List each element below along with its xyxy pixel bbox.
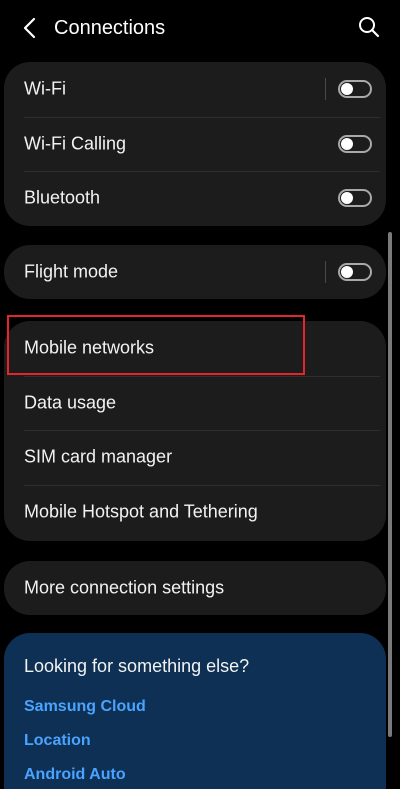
row-label: Data usage <box>24 392 117 413</box>
search-button[interactable] <box>356 14 382 40</box>
flight-mode-toggle[interactable] <box>338 263 372 281</box>
divider <box>325 78 326 101</box>
link-samsung-cloud[interactable]: Samsung Cloud <box>24 698 146 716</box>
row-label: Mobile Hotspot and Tethering <box>24 501 258 522</box>
settings-row-flight-mode[interactable]: Flight mode <box>4 245 386 299</box>
settings-row-wifi[interactable]: Wi-Fi <box>4 62 386 117</box>
settings-row-sim-card-manager[interactable]: SIM card manager <box>4 430 386 485</box>
wifi-calling-toggle[interactable] <box>338 134 372 153</box>
settings-row-mobile-hotspot[interactable]: Mobile Hotspot and Tethering <box>4 484 386 540</box>
app-header: Connections <box>0 0 400 56</box>
settings-group-more: More connection settings <box>4 561 386 615</box>
row-label: Flight mode <box>24 261 119 282</box>
row-label: Wi-Fi Calling <box>24 133 127 154</box>
row-label: Mobile networks <box>24 337 155 358</box>
toggle-knob <box>341 83 353 96</box>
settings-row-mobile-networks[interactable]: Mobile networks <box>4 321 386 376</box>
settings-group-wireless: Wi-Fi Wi-Fi Calling Bluetooth <box>4 62 386 226</box>
suggestions-card: Looking for something else? Samsung Clou… <box>4 633 386 789</box>
settings-row-more-connection-settings[interactable]: More connection settings <box>4 561 386 615</box>
divider <box>325 261 326 283</box>
link-android-auto[interactable]: Android Auto <box>24 766 126 784</box>
bluetooth-toggle[interactable] <box>338 189 372 208</box>
toggle-knob <box>341 266 353 278</box>
suggestions-title: Looking for something else? <box>24 656 250 676</box>
row-label: SIM card manager <box>24 446 173 467</box>
scrollbar[interactable] <box>388 232 392 737</box>
settings-row-data-usage[interactable]: Data usage <box>4 375 386 431</box>
settings-group-flight: Flight mode <box>4 245 386 299</box>
link-location[interactable]: Location <box>24 732 91 750</box>
toggle-knob <box>341 192 353 205</box>
row-label: Bluetooth <box>24 187 101 208</box>
toggle-knob <box>341 137 353 150</box>
settings-row-wifi-calling[interactable]: Wi-Fi Calling <box>4 116 386 172</box>
chevron-left-icon <box>23 17 36 39</box>
search-icon <box>359 17 380 38</box>
wifi-toggle[interactable] <box>338 80 372 99</box>
settings-group-mobile: Mobile networks Data usage SIM card mana… <box>4 321 386 541</box>
settings-row-bluetooth[interactable]: Bluetooth <box>4 171 386 226</box>
page-title: Connections <box>54 17 166 39</box>
back-button[interactable] <box>16 14 44 42</box>
row-label: Wi-Fi <box>24 78 66 99</box>
connections-screen: Connections Wi-Fi Wi-Fi Calling Bluetoot… <box>0 0 400 789</box>
row-label: More connection settings <box>24 577 225 598</box>
